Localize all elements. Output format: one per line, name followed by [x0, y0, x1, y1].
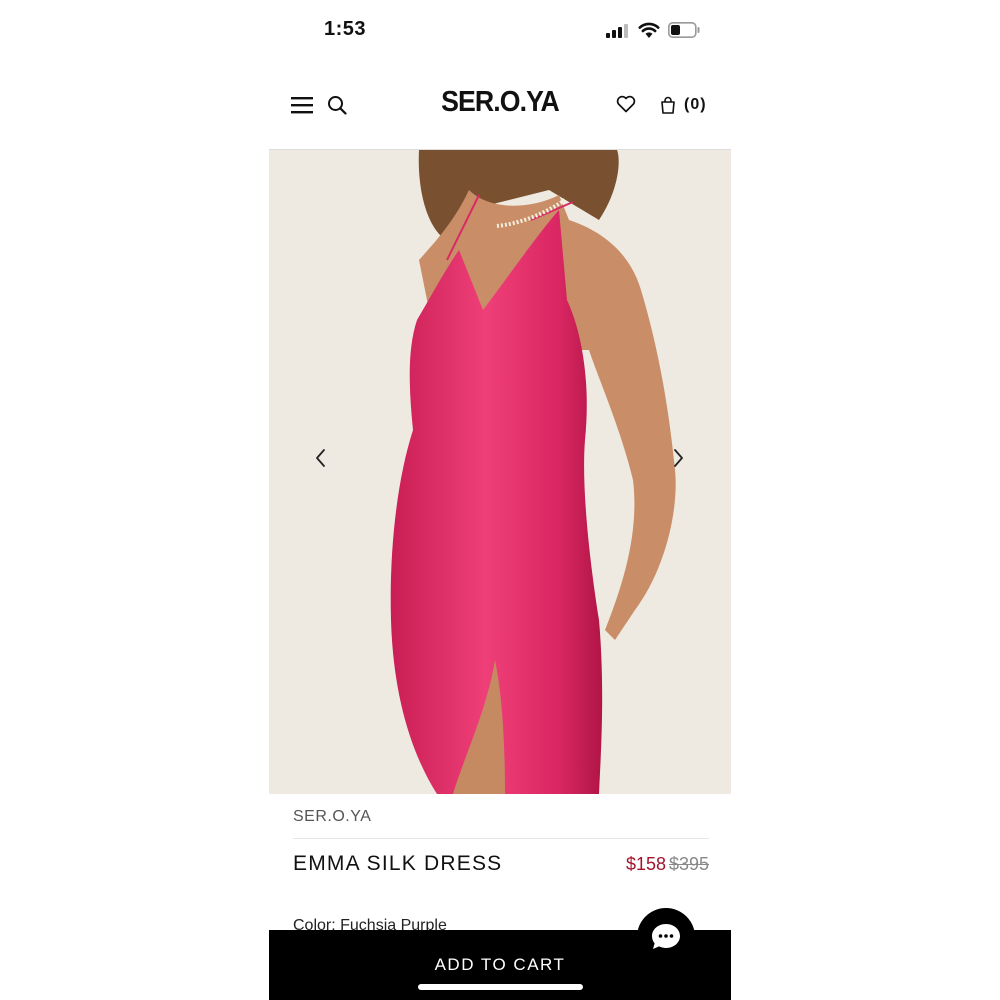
brand-logo[interactable]: SER.O.YA — [426, 86, 573, 119]
heart-icon[interactable] — [616, 95, 636, 113]
menu-icon[interactable] — [291, 96, 313, 114]
cart-count[interactable]: (0) — [684, 96, 707, 114]
chat-icon — [652, 924, 680, 949]
search-icon[interactable] — [327, 95, 347, 115]
home-indicator — [418, 984, 583, 990]
cellular-signal-icon — [606, 24, 628, 38]
divider — [293, 838, 709, 839]
status-time: 1:53 — [324, 18, 367, 40]
chevron-right-icon[interactable] — [670, 447, 686, 469]
original-price: $395 — [669, 854, 710, 874]
product-brand[interactable]: SER.O.YA — [293, 808, 371, 826]
shopping-bag-icon[interactable] — [660, 96, 676, 114]
product-name: EMMA SILK DRESS — [293, 852, 503, 875]
product-image — [269, 149, 731, 794]
sale-price: $158 — [626, 854, 667, 874]
battery-icon — [668, 22, 700, 38]
chevron-left-icon[interactable] — [313, 447, 329, 469]
chat-button[interactable] — [637, 908, 695, 966]
wifi-icon — [638, 22, 660, 38]
